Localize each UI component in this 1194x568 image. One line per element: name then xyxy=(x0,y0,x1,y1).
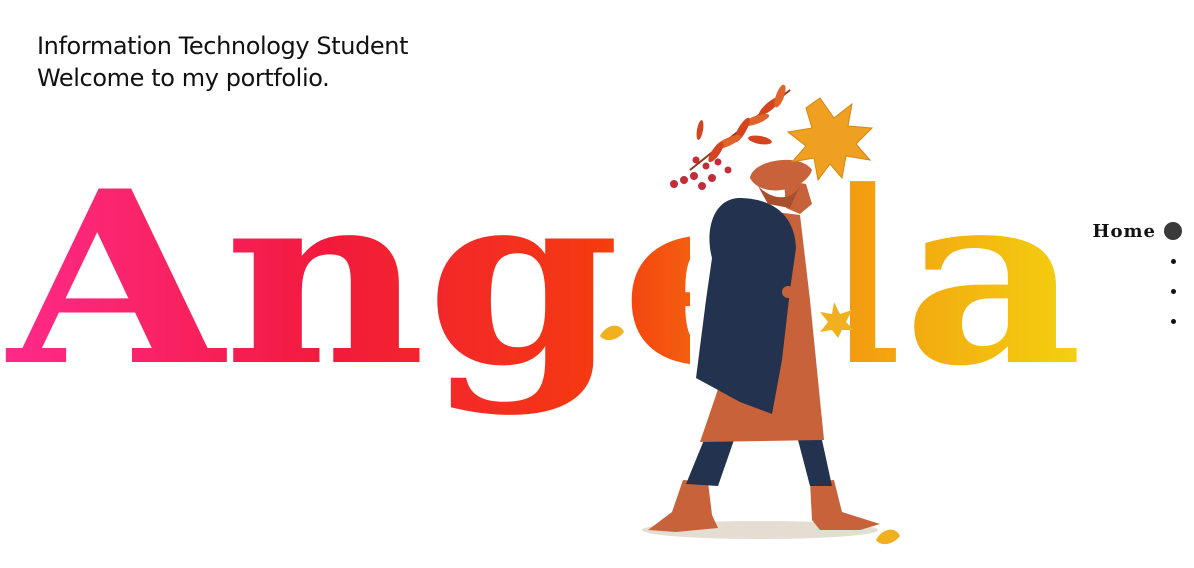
hand xyxy=(782,286,794,298)
nav-item-2[interactable] xyxy=(1062,246,1182,276)
nav-active-dot[interactable] xyxy=(1164,222,1182,240)
left-leg xyxy=(686,440,734,486)
right-boot xyxy=(810,480,880,530)
nav-item-home[interactable]: Home xyxy=(1062,216,1182,246)
page: Information Technology Student Welcome t… xyxy=(0,0,1194,568)
nav-home-label[interactable]: Home xyxy=(1092,221,1156,242)
nav-dot-3[interactable] xyxy=(1171,288,1176,294)
right-leg xyxy=(798,440,832,486)
nav-item-3[interactable] xyxy=(1062,276,1182,306)
side-navigation: Home xyxy=(1062,216,1182,336)
hero-name-text: Angela xyxy=(6,140,1083,419)
hero-name-graphic: Angela xyxy=(6,84,1083,545)
nav-dot-2[interactable] xyxy=(1171,258,1176,264)
left-boot xyxy=(648,480,718,532)
nav-item-4[interactable] xyxy=(1062,306,1182,336)
intro-subtitle: Information Technology Student xyxy=(37,32,409,60)
nav-dot-4[interactable] xyxy=(1171,318,1176,324)
falling-leaf-ground xyxy=(876,529,900,545)
